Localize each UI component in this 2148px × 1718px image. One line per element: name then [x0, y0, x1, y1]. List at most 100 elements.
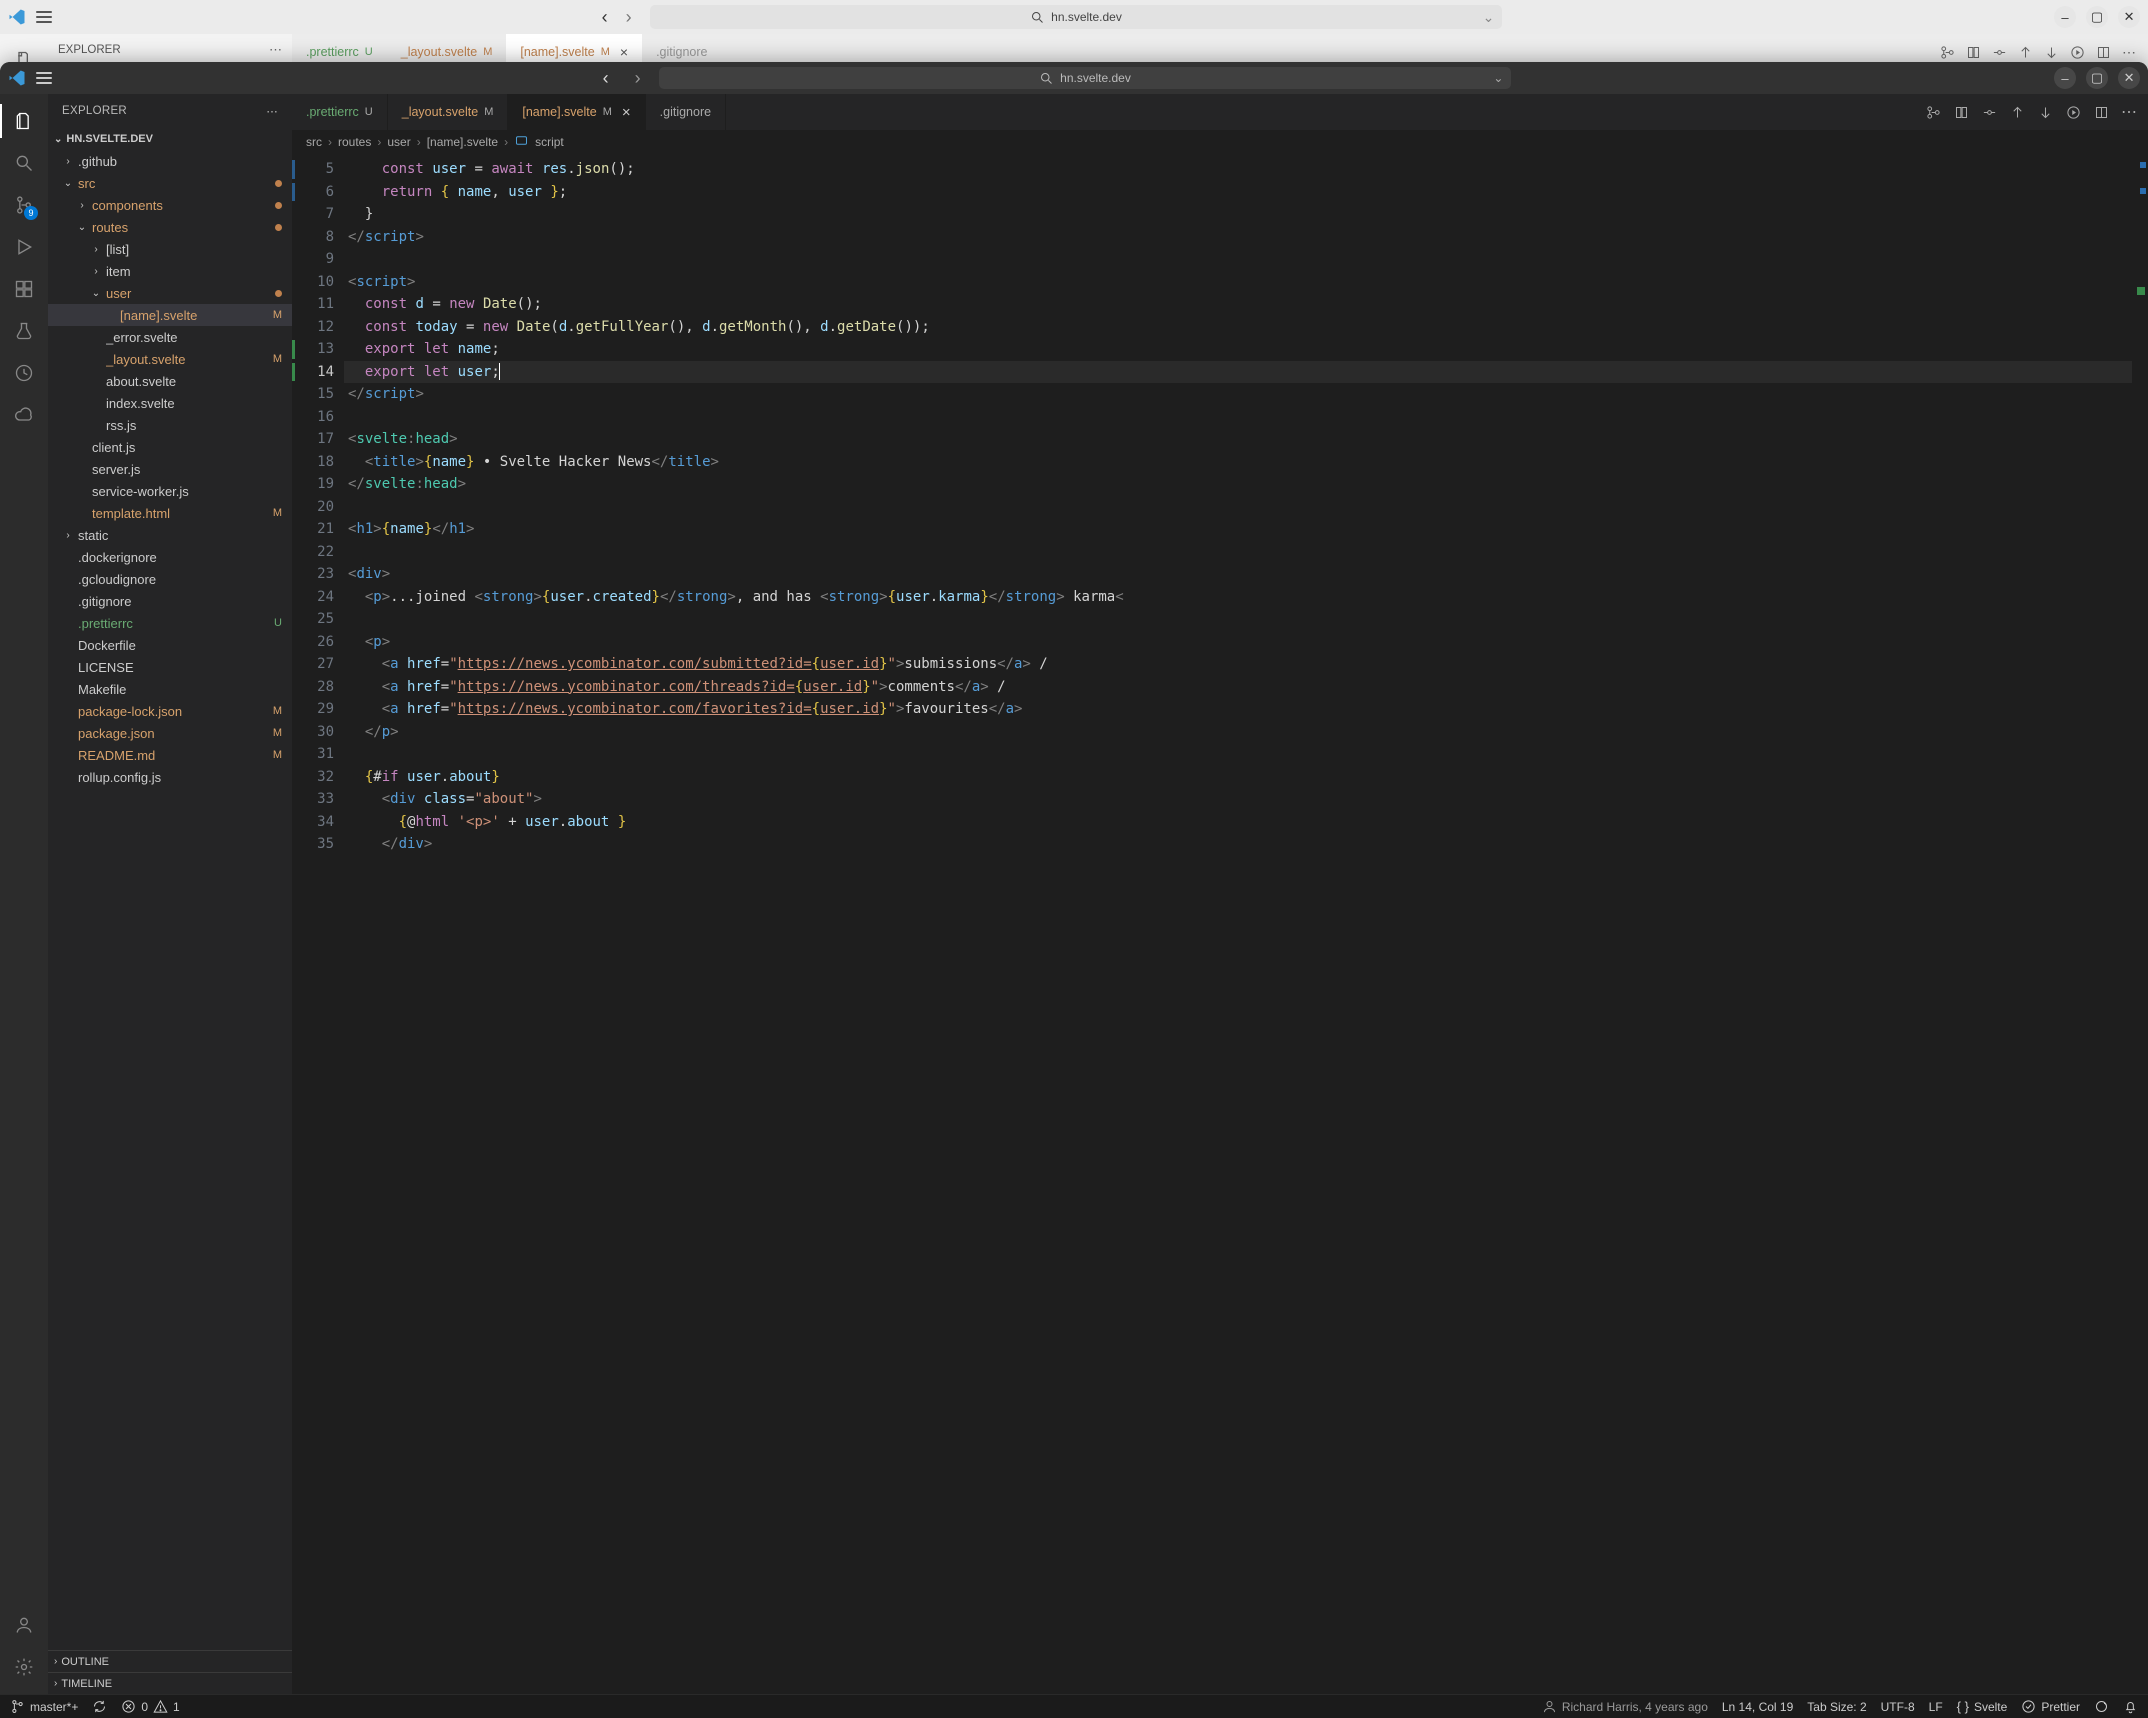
- close-button[interactable]: ✕: [2118, 6, 2140, 28]
- source-control-icon[interactable]: 9: [0, 184, 48, 226]
- more-icon[interactable]: ⋯: [266, 104, 278, 118]
- menu-icon[interactable]: [36, 72, 52, 84]
- crumb[interactable]: script: [535, 135, 564, 149]
- nav-forward-icon[interactable]: ›: [618, 6, 640, 28]
- next-change-icon[interactable]: [2036, 103, 2054, 121]
- settings-gear-icon[interactable]: [0, 1646, 48, 1688]
- nav-forward-icon[interactable]: ›: [627, 67, 649, 89]
- code-content[interactable]: const user = await res.json(); return { …: [344, 154, 2132, 1694]
- tree-item[interactable]: service-worker.js: [48, 480, 292, 502]
- tree-item[interactable]: package-lock.jsonM: [48, 700, 292, 722]
- more-icon[interactable]: ⋯: [269, 42, 282, 58]
- account-icon[interactable]: [0, 1604, 48, 1646]
- tree-item[interactable]: ›components: [48, 194, 292, 216]
- prev-change-icon[interactable]: [2016, 43, 2034, 61]
- tree-item[interactable]: about.svelte: [48, 370, 292, 392]
- chevron-icon[interactable]: ⌄: [76, 222, 88, 233]
- split-icon[interactable]: [2092, 103, 2110, 121]
- git-commit-icon[interactable]: [1980, 103, 1998, 121]
- close-button[interactable]: ✕: [2118, 67, 2140, 89]
- split-icon[interactable]: [2094, 43, 2112, 61]
- tree-item[interactable]: package.jsonM: [48, 722, 292, 744]
- chevron-icon[interactable]: ⌄: [90, 288, 102, 299]
- tree-item[interactable]: [name].svelteM: [48, 304, 292, 326]
- status-eol[interactable]: LF: [1929, 1700, 1943, 1714]
- tree-item[interactable]: ⌄user: [48, 282, 292, 304]
- crumb[interactable]: user: [387, 135, 410, 149]
- tree-item[interactable]: client.js: [48, 436, 292, 458]
- code-editor[interactable]: 5678910111213141516171819202122232425262…: [292, 154, 2148, 1694]
- status-language[interactable]: { } Svelte: [1957, 1699, 2008, 1714]
- status-branch[interactable]: master*+: [10, 1699, 78, 1714]
- minimize-button[interactable]: –: [2054, 67, 2076, 89]
- explorer-icon[interactable]: [0, 100, 48, 142]
- tree-item[interactable]: README.mdM: [48, 744, 292, 766]
- nav-back-icon[interactable]: ‹: [595, 67, 617, 89]
- chevron-icon[interactable]: ›: [76, 200, 88, 211]
- status-problems[interactable]: 0 1: [121, 1699, 179, 1714]
- close-icon[interactable]: ×: [622, 104, 631, 121]
- nav-back-icon[interactable]: ‹: [594, 6, 616, 28]
- tree-item[interactable]: .gitignore: [48, 590, 292, 612]
- tab-[name].svelte[interactable]: [name].svelteM×: [508, 94, 645, 130]
- chevron-icon[interactable]: ⌄: [62, 178, 74, 189]
- maximize-button[interactable]: ▢: [2086, 67, 2108, 89]
- tab-.prettierrc[interactable]: .prettierrcU: [292, 94, 388, 130]
- status-cursor-pos[interactable]: Ln 14, Col 19: [1722, 1700, 1793, 1714]
- tree-item[interactable]: _layout.svelteM: [48, 348, 292, 370]
- run-icon[interactable]: [2068, 43, 2086, 61]
- run-icon[interactable]: [2064, 103, 2082, 121]
- next-change-icon[interactable]: [2042, 43, 2060, 61]
- tab-.gitignore[interactable]: .gitignore: [646, 94, 726, 130]
- extensions-icon[interactable]: [0, 268, 48, 310]
- breadcrumbs[interactable]: src›routes›user›[name].svelte›script: [292, 130, 2148, 154]
- crumb[interactable]: [name].svelte: [427, 135, 498, 149]
- chevron-down-icon[interactable]: ⌄: [1493, 71, 1503, 85]
- chevron-icon[interactable]: ›: [62, 156, 74, 167]
- tree-item[interactable]: Dockerfile: [48, 634, 292, 656]
- outline-section[interactable]: ›OUTLINE: [48, 1650, 292, 1672]
- git-commit-icon[interactable]: [1990, 43, 2008, 61]
- chevron-down-icon[interactable]: ⌄: [1483, 9, 1495, 26]
- tree-item[interactable]: _error.svelte: [48, 326, 292, 348]
- tree-item[interactable]: ⌄src: [48, 172, 292, 194]
- run-debug-icon[interactable]: [0, 226, 48, 268]
- more-icon[interactable]: ⋯: [2120, 103, 2138, 121]
- status-prettier[interactable]: Prettier: [2021, 1699, 2080, 1714]
- testing-icon[interactable]: [0, 310, 48, 352]
- tree-item[interactable]: server.js: [48, 458, 292, 480]
- tree-item[interactable]: template.htmlM: [48, 502, 292, 524]
- tree-item[interactable]: .dockerignore: [48, 546, 292, 568]
- tree-item[interactable]: rollup.config.js: [48, 766, 292, 788]
- crumb[interactable]: routes: [338, 135, 371, 149]
- inner-command-center[interactable]: hn.svelte.dev ⌄: [659, 67, 1512, 89]
- tree-item[interactable]: rss.js: [48, 414, 292, 436]
- tree-item[interactable]: LICENSE: [48, 656, 292, 678]
- search-icon[interactable]: [0, 142, 48, 184]
- minimize-button[interactable]: –: [2054, 6, 2076, 28]
- status-encoding[interactable]: UTF-8: [1881, 1700, 1915, 1714]
- chevron-icon[interactable]: ›: [90, 244, 102, 255]
- open-changes-icon[interactable]: [1952, 103, 1970, 121]
- status-sync[interactable]: [92, 1699, 107, 1714]
- timeline-icon[interactable]: [0, 352, 48, 394]
- outer-command-center[interactable]: hn.svelte.dev ⌄: [650, 5, 1503, 29]
- maximize-button[interactable]: ▢: [2086, 6, 2108, 28]
- compare-icon[interactable]: [1924, 103, 1942, 121]
- tree-item[interactable]: ›.github: [48, 150, 292, 172]
- compare-icon[interactable]: [1938, 43, 1956, 61]
- tab-_layout.svelte[interactable]: _layout.svelteM: [388, 94, 509, 130]
- tree-item[interactable]: Makefile: [48, 678, 292, 700]
- tree-item[interactable]: ›[list]: [48, 238, 292, 260]
- close-icon[interactable]: ×: [620, 44, 628, 60]
- status-bell-icon[interactable]: [2123, 1699, 2138, 1714]
- timeline-section[interactable]: ›TIMELINE: [48, 1672, 292, 1694]
- status-feedback-icon[interactable]: [2094, 1699, 2109, 1714]
- status-tabsize[interactable]: Tab Size: 2: [1807, 1700, 1866, 1714]
- tree-item[interactable]: ›item: [48, 260, 292, 282]
- overview-ruler[interactable]: [2132, 154, 2148, 1694]
- chevron-icon[interactable]: ›: [62, 530, 74, 541]
- menu-icon[interactable]: [36, 11, 52, 23]
- status-blame[interactable]: Richard Harris, 4 years ago: [1542, 1699, 1708, 1714]
- explorer-section[interactable]: ⌄ HN.SVELTE.DEV: [48, 128, 292, 150]
